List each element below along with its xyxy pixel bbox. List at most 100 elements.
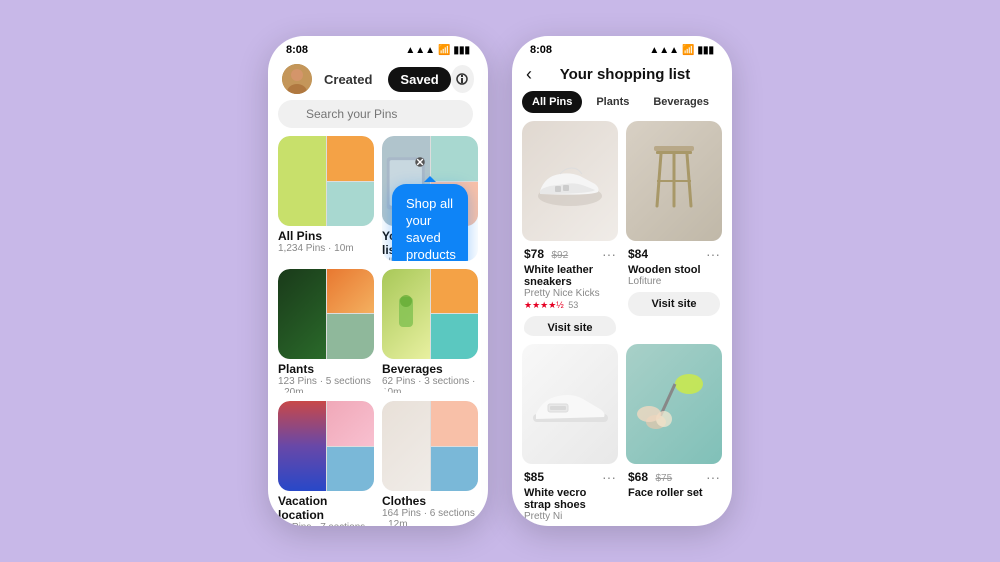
tab-saved[interactable]: Saved xyxy=(388,67,450,92)
filter-tabs: All Pins Plants Beverages Vacation C xyxy=(512,91,732,121)
board-beverages-label: Beverages 62 Pins · 3 sections · 10m xyxy=(382,362,478,394)
filter-tab-plants[interactable]: Plants xyxy=(586,91,639,113)
status-bar-1: 8:08 ▲▲▲ 📶 ▮▮▮ xyxy=(268,36,488,60)
board-beverages[interactable]: Beverages 62 Pins · 3 sections · 10m xyxy=(382,269,478,394)
board-name: Vacation location xyxy=(278,494,374,522)
tab-created[interactable]: Created xyxy=(312,67,384,92)
filter-tab-vacation[interactable]: Vacation xyxy=(723,91,732,113)
product-stars: ★★★★½ 53 xyxy=(524,300,616,311)
board-clothes-images xyxy=(382,401,478,491)
product-price-old-4: $75 xyxy=(655,473,672,484)
filter-icon[interactable] xyxy=(481,100,488,128)
board-plants[interactable]: Plants 123 Pins · 5 sections · 20m xyxy=(278,269,374,394)
board-img xyxy=(278,401,326,491)
product-price-old: $92 xyxy=(551,250,568,261)
product-price: $78 xyxy=(524,247,544,261)
product-brand-3: Pretty Ni xyxy=(524,511,616,522)
status-time-2: 8:08 xyxy=(530,44,552,56)
tooltip-bubble: Shop all your saved products in one plac… xyxy=(392,184,468,261)
phone-2: 8:08 ▲▲▲ 📶 ▮▮▮ ‹ Your shopping list All … xyxy=(512,36,732,526)
tooltip-text: Shop all your saved products in one plac… xyxy=(406,196,456,261)
product-info-roller: $68 $75 ··· Face roller set xyxy=(626,464,722,503)
product-name: White leather sneakers xyxy=(524,264,616,288)
board-img xyxy=(431,269,479,314)
board-img xyxy=(327,269,375,314)
status-bar-2: 8:08 ▲▲▲ 📶 ▮▮▮ xyxy=(512,36,732,60)
product-image-sneakers xyxy=(522,121,618,241)
product-stool[interactable]: $84 ··· Wooden stool Lofiture Visit site xyxy=(626,121,722,336)
product-info-sneakers: $78 $92 ··· White leather sneakers Prett… xyxy=(522,241,618,336)
visit-site-btn-1[interactable]: Visit site xyxy=(524,316,616,336)
board-beverages-images xyxy=(382,269,478,359)
filter-tab-all-pins[interactable]: All Pins xyxy=(522,91,582,113)
tab-group: Created Saved xyxy=(312,67,451,92)
product-price-2: $84 xyxy=(628,247,648,261)
search-input[interactable] xyxy=(278,100,473,128)
board-plants-images xyxy=(278,269,374,359)
board-clothes[interactable]: Clothes 164 Pins · 6 sections · 12m xyxy=(382,401,478,526)
board-img xyxy=(431,314,479,359)
product-menu-icon-4[interactable]: ··· xyxy=(706,469,720,485)
product-price-row-2: $84 ··· xyxy=(628,245,720,263)
board-meta: 1,234 Pins · 10m xyxy=(278,243,374,254)
board-img xyxy=(327,401,375,446)
product-face-roller[interactable]: $68 $75 ··· Face roller set xyxy=(626,344,722,526)
product-price-4: $68 xyxy=(628,470,648,484)
menu-icon[interactable] xyxy=(451,65,474,93)
visit-site-btn-2[interactable]: Visit site xyxy=(628,292,720,316)
signal-icon-2: ▲▲▲ xyxy=(649,45,679,56)
product-brand-2: Lofiture xyxy=(628,276,720,287)
product-price-row-4: $68 $75 ··· xyxy=(628,468,720,486)
board-img xyxy=(431,401,479,446)
board-img xyxy=(327,182,375,227)
board-name: Beverages xyxy=(382,362,478,376)
product-menu-icon-2[interactable]: ··· xyxy=(706,246,720,262)
board-meta: 164 Pins · 6 sections · 12m xyxy=(382,508,478,526)
filter-tab-beverages[interactable]: Beverages xyxy=(643,91,719,113)
board-shopping-list[interactable]: Shop all your saved products in one plac… xyxy=(382,136,478,261)
board-vacation[interactable]: Vacation location 79 Pins · 7 sections ·… xyxy=(278,401,374,526)
search-wrap: 🔍 xyxy=(278,100,473,128)
board-all-pins-label: All Pins 1,234 Pins · 10m xyxy=(278,229,374,254)
stars: ★★★★½ xyxy=(524,300,564,310)
page-title: Your shopping list xyxy=(532,66,718,83)
product-image-roller xyxy=(626,344,722,464)
product-velcro-shoes[interactable]: $85 ··· White vecro strap shoes Pretty N… xyxy=(522,344,618,526)
price-group: $78 $92 xyxy=(524,245,568,263)
board-img xyxy=(382,269,430,359)
signal-icon: ▲▲▲ xyxy=(405,45,435,56)
phone2-header: ‹ Your shopping list xyxy=(512,60,732,91)
board-meta: 123 Pins · 5 sections · 20m xyxy=(278,376,374,394)
product-menu-icon[interactable]: ··· xyxy=(602,246,616,262)
product-name-4: Face roller set xyxy=(628,487,720,499)
board-all-pins[interactable]: All Pins 1,234 Pins · 10m xyxy=(278,136,374,261)
status-icons-1: ▲▲▲ 📶 ▮▮▮ xyxy=(405,45,470,56)
phone-1: 8:08 ▲▲▲ 📶 ▮▮▮ Created Saved xyxy=(268,36,488,526)
product-info-velcro: $85 ··· White vecro strap shoes Pretty N… xyxy=(522,464,618,526)
product-image-velcro xyxy=(522,344,618,464)
board-img xyxy=(382,401,430,491)
product-brand: Pretty Nice Kicks xyxy=(524,288,616,299)
product-price-row: $78 $92 ··· xyxy=(524,245,616,263)
board-name: Plants xyxy=(278,362,374,376)
battery-icon: ▮▮▮ xyxy=(453,45,470,56)
boards-grid: All Pins 1,234 Pins · 10m xyxy=(268,136,488,526)
board-img xyxy=(431,136,479,181)
board-meta: 79 Pins · 7 sections · 4d xyxy=(278,522,374,526)
price-group-2: $84 xyxy=(628,245,648,263)
avatar[interactable] xyxy=(282,64,312,94)
wifi-icon: 📶 xyxy=(438,45,450,56)
product-name-2: Wooden stool xyxy=(628,264,720,276)
product-image-stool xyxy=(626,121,722,241)
product-menu-icon-3[interactable]: ··· xyxy=(602,469,616,485)
board-img xyxy=(327,447,375,492)
product-info-stool: $84 ··· Wooden stool Lofiture Visit site xyxy=(626,241,722,320)
board-img xyxy=(327,136,375,181)
wifi-icon-2: 📶 xyxy=(682,45,694,56)
board-all-pins-images xyxy=(278,136,374,226)
product-name-3: White vecro strap shoes xyxy=(524,487,616,511)
product-sneakers[interactable]: $78 $92 ··· White leather sneakers Prett… xyxy=(522,121,618,336)
board-vacation-images xyxy=(278,401,374,491)
search-bar: 🔍 xyxy=(278,100,478,128)
board-plants-label: Plants 123 Pins · 5 sections · 20m xyxy=(278,362,374,394)
